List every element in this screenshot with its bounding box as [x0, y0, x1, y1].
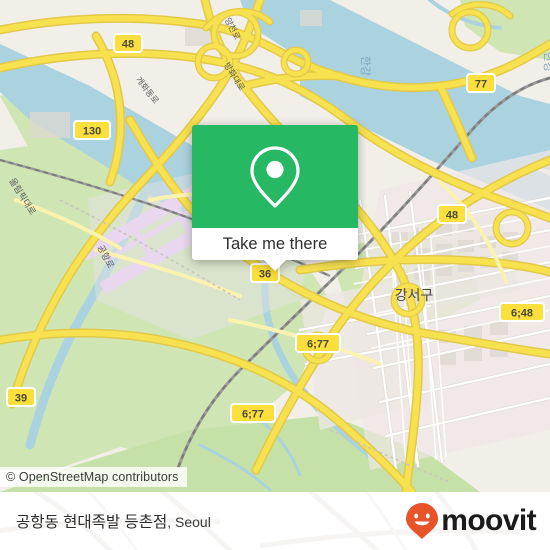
callout-tail: [264, 260, 286, 271]
footer-bar: 공항동 현대족발 등촌점, Seoul moovit: [0, 492, 550, 550]
water-label-hangang-2: 한강: [542, 52, 550, 72]
place-title: 공항동 현대족발 등촌점, Seoul: [16, 510, 211, 532]
highway-shield: 48: [113, 33, 143, 53]
callout-action-label[interactable]: Take me there: [192, 228, 358, 260]
map-screenshot-root: .water{fill:#aad3df} .waterline{stroke:#…: [0, 0, 550, 550]
svg-text:6;77: 6;77: [307, 339, 329, 351]
svg-text:77: 77: [475, 79, 487, 91]
svg-text:6;48: 6;48: [511, 308, 533, 320]
district-label-gangseogu: 강서구: [395, 287, 434, 303]
map-canvas[interactable]: .water{fill:#aad3df} .waterline{stroke:#…: [0, 0, 550, 492]
highway-shield: 6;77: [295, 333, 341, 353]
moovit-logo[interactable]: moovit: [405, 502, 537, 540]
highway-shield: 77: [466, 73, 496, 93]
place-city: Seoul: [175, 514, 211, 530]
svg-text:48: 48: [446, 210, 458, 222]
highway-shield: 6;48: [499, 302, 545, 322]
highway-shield: 39: [6, 387, 36, 407]
map-pin-icon: [250, 145, 300, 208]
place-name: 공항동 현대족발 등촌점: [16, 514, 168, 531]
place-separator: ,: [167, 514, 175, 530]
highway-shield: 48: [437, 204, 467, 224]
svg-text:39: 39: [15, 393, 27, 405]
moovit-smiling-pin-icon: [406, 503, 439, 539]
highway-shield: 6;77: [230, 403, 276, 423]
highway-shield: 130: [73, 120, 111, 140]
svg-text:130: 130: [83, 126, 101, 138]
moovit-wordmark: moovit: [441, 504, 536, 537]
callout-icon-panel: [192, 125, 358, 228]
take-me-there-callout[interactable]: Take me there: [192, 125, 358, 271]
osm-attribution: © OpenStreetMap contributors: [0, 467, 187, 487]
svg-text:6;77: 6;77: [242, 409, 264, 421]
svg-text:48: 48: [122, 39, 134, 51]
water-label-hangang: 한강: [359, 56, 372, 76]
